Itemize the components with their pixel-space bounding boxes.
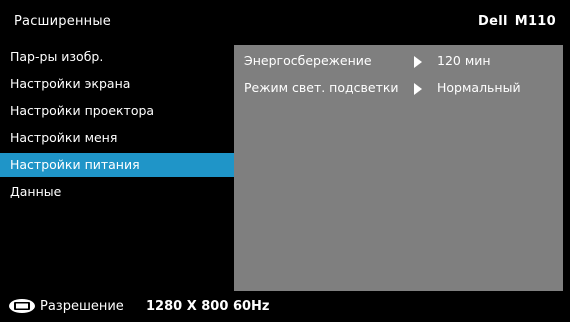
triangle-right-icon <box>414 83 422 95</box>
settings-panel: Энергосбережение 120 мин Режим свет. под… <box>234 45 563 291</box>
model-name: M110 <box>514 14 556 29</box>
menu-item-information[interactable]: Данные <box>0 180 234 204</box>
setting-row-backlight-mode[interactable]: Режим свет. подсветки Нормальный <box>234 76 563 100</box>
status-bar: Разрешение 1280 X 800 60Hz <box>0 291 570 322</box>
menu-item-projector-settings[interactable]: Настройки проектора <box>0 99 234 123</box>
menu-item-display-settings[interactable]: Настройки экрана <box>0 72 234 96</box>
menu-item-label: Настройки меня <box>10 130 118 145</box>
osd-header: Расширенные Dell M110 <box>0 0 570 45</box>
menu-item-power-settings[interactable]: Настройки питания <box>0 153 234 177</box>
setting-label: Режим свет. подсветки <box>244 80 399 95</box>
menu-item-label: Настройки питания <box>10 157 140 172</box>
refresh-rate: 60Hz <box>232 299 270 314</box>
menu-item-image-settings[interactable]: Пар-ры изобр. <box>0 45 234 69</box>
setting-value: 120 мин <box>437 53 491 68</box>
setting-value: Нормальный <box>437 80 521 95</box>
menu-item-menu-settings[interactable]: Настройки меня <box>0 126 234 150</box>
menu-item-label: Настройки проектора <box>10 103 155 118</box>
display-icon <box>8 298 36 314</box>
triangle-right-icon <box>414 56 422 68</box>
menu-item-label: Данные <box>10 184 62 199</box>
resolution-size: 1280 X 800 <box>146 299 229 314</box>
resolution-label: Разрешение <box>40 299 124 314</box>
menu-item-label: Пар-ры изобр. <box>10 49 104 64</box>
brand-name: Dell <box>477 14 508 29</box>
brand-label: Dell M110 <box>478 14 556 29</box>
setting-label: Энергосбережение <box>244 53 372 68</box>
setting-row-power-saving[interactable]: Энергосбережение 120 мин <box>234 49 563 73</box>
osd-menu: Пар-ры изобр. Настройки экрана Настройки… <box>0 45 234 291</box>
resolution-value: 1280 X 800 60Hz <box>146 299 269 314</box>
menu-item-label: Настройки экрана <box>10 76 131 91</box>
osd-title: Расширенные <box>14 14 112 29</box>
